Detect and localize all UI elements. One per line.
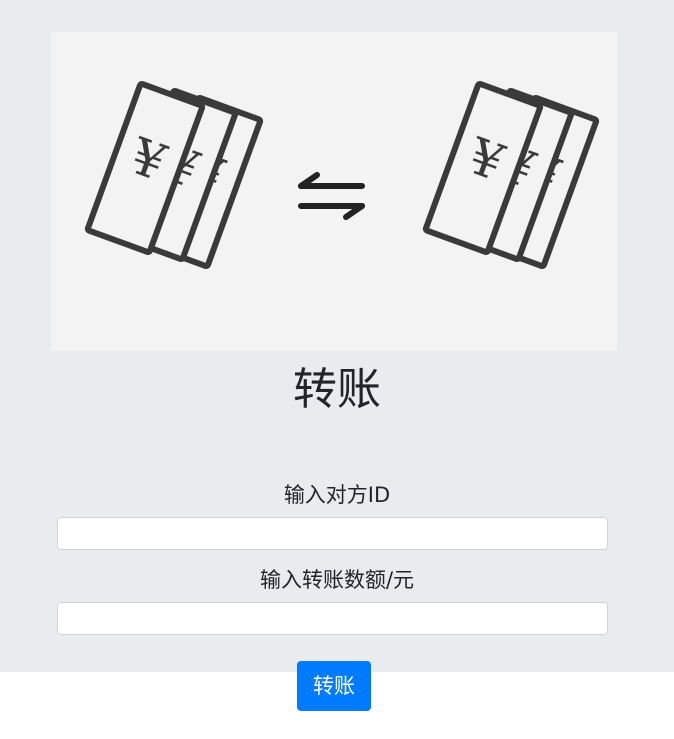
money-bills-right-icon: ¥ ¥ ¥ bbox=[422, 80, 600, 270]
money-bills-left-icon: ¥ ¥ ¥ bbox=[84, 80, 264, 270]
transfer-panel: ¥ ¥ ¥ bbox=[0, 0, 674, 672]
transfer-illustration: ¥ ¥ ¥ bbox=[84, 80, 600, 270]
transfer-amount-label: 输入转账数额/元 bbox=[259, 568, 415, 592]
transfer-amount-input[interactable] bbox=[57, 602, 608, 635]
recipient-id-input[interactable] bbox=[57, 517, 608, 550]
page-title: 转账 bbox=[293, 364, 381, 415]
recipient-id-label: 输入对方ID bbox=[283, 483, 391, 507]
transfer-banner: ¥ ¥ ¥ bbox=[51, 32, 617, 351]
exchange-arrows-icon bbox=[298, 172, 365, 220]
transfer-submit-button[interactable]: 转账 bbox=[297, 661, 371, 711]
